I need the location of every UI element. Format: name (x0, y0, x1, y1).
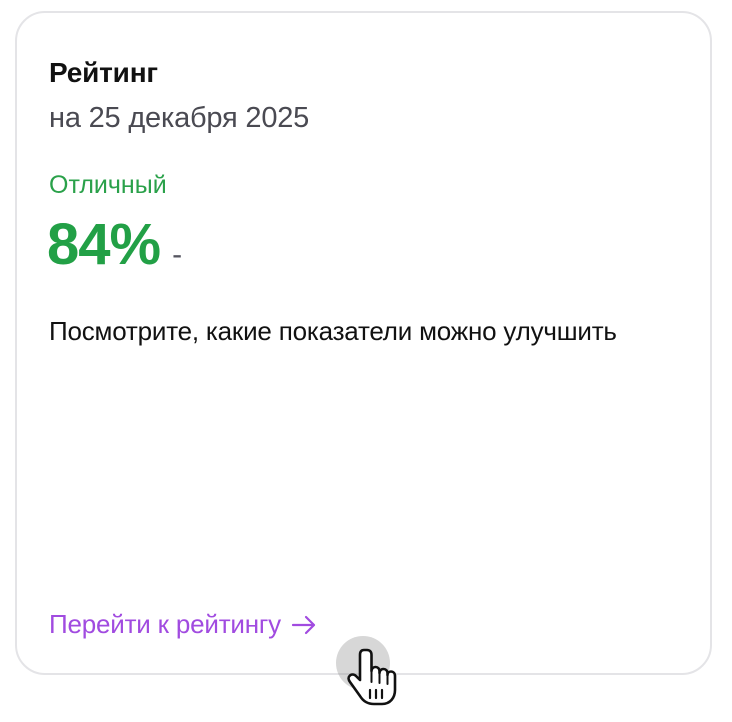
arrow-right-icon (291, 615, 316, 634)
rating-delta: - (172, 238, 183, 271)
improve-hint-text: Посмотрите, какие показатели можно улучш… (49, 316, 617, 346)
rating-score: 84% (47, 212, 161, 277)
mouse-cursor (336, 636, 400, 708)
score-row: 84% - (47, 211, 182, 278)
go-to-rating-link-label: Перейти к рейтингу (49, 609, 281, 639)
rating-date: на 25 декабря 2025 (49, 102, 310, 134)
hand-pointer-icon (347, 648, 397, 706)
go-to-rating-link[interactable]: Перейти к рейтингу (49, 609, 317, 640)
card-title: Рейтинг (49, 57, 158, 88)
rating-status-label: Отличный (49, 171, 167, 199)
rating-card: Рейтинг на 25 декабря 2025 Отличный 84% … (15, 11, 712, 675)
